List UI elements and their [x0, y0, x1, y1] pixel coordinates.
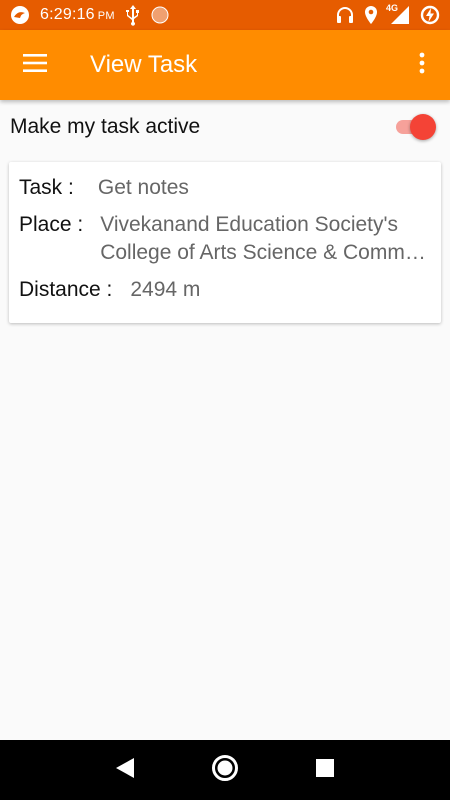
system-nav-bar	[0, 740, 450, 800]
place-value: Vivekanand Education Society's College o…	[100, 211, 430, 267]
status-bar: 6:29:16 PM 4G	[0, 0, 450, 30]
place-label: Place :	[19, 213, 84, 236]
app-notification-icon	[10, 5, 30, 25]
back-triangle-icon	[115, 757, 135, 784]
distance-label: Distance :	[19, 278, 113, 301]
overflow-menu-button[interactable]	[394, 30, 450, 100]
active-task-switch[interactable]	[392, 112, 438, 142]
status-left: 6:29:16 PM	[10, 4, 169, 26]
place-value-line2: College of Arts Science & Commerce	[100, 241, 431, 264]
distance-row: Distance : 2494 m	[19, 276, 431, 304]
location-icon	[364, 5, 378, 25]
task-value: Get notes	[97, 176, 189, 199]
switch-thumb	[410, 114, 436, 140]
back-button[interactable]	[100, 745, 150, 795]
distance-value: 2494 m	[130, 278, 201, 301]
home-circle-icon	[211, 754, 239, 787]
task-row: Task : Get notes	[19, 174, 431, 202]
status-time: 6:29:16 PM	[40, 6, 115, 23]
usb-icon	[125, 4, 141, 26]
more-vert-icon	[419, 52, 425, 79]
place-value-line1: Vivekanand Education Society's	[100, 213, 399, 236]
battery-charging-icon	[420, 5, 440, 25]
status-right: 4G	[336, 3, 440, 25]
task-label: Task :	[19, 176, 74, 199]
active-task-row: Make my task active	[0, 100, 450, 154]
app-bar: View Task	[0, 30, 450, 100]
active-task-label: Make my task active	[10, 115, 201, 138]
circle-notification-icon	[151, 6, 169, 24]
page-title: View Task	[90, 51, 198, 78]
home-button[interactable]	[200, 745, 250, 795]
recents-button[interactable]	[300, 745, 350, 795]
hamburger-menu-icon	[23, 53, 47, 77]
recents-square-icon	[315, 758, 335, 783]
network-type-label: 4G	[386, 3, 399, 13]
headphones-icon	[336, 6, 354, 24]
hamburger-menu-button[interactable]	[0, 30, 70, 100]
place-row: Place : Vivekanand Education Society's C…	[19, 211, 431, 267]
signal-icon: 4G	[386, 3, 410, 25]
task-details-card: Task : Get notes Place : Vivekanand Educ…	[9, 162, 441, 323]
